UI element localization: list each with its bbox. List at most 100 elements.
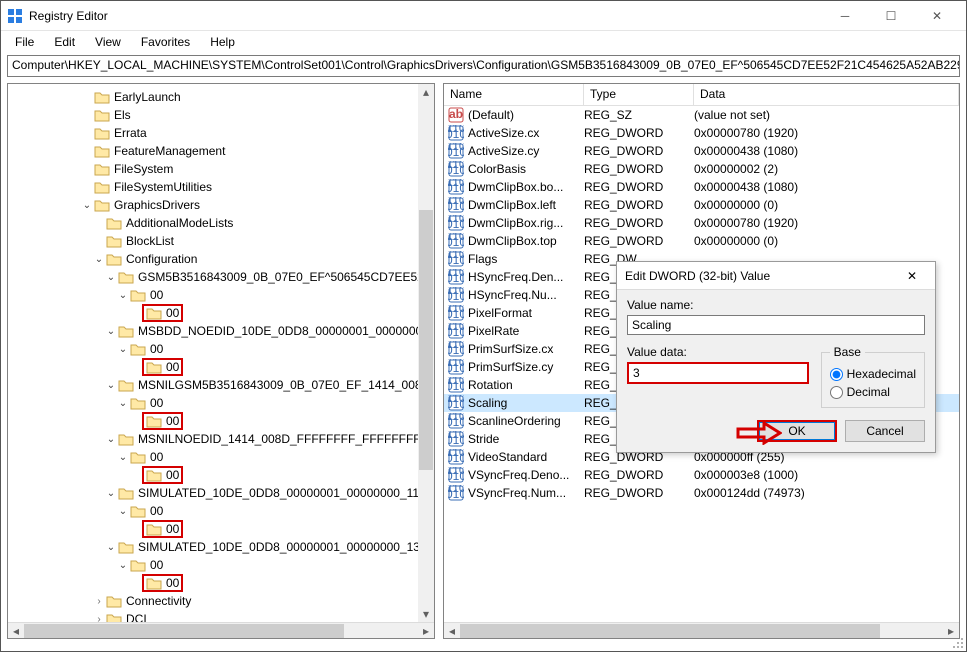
col-header-name[interactable]: Name xyxy=(444,84,584,105)
tree-item[interactable]: 00 xyxy=(8,520,434,538)
col-header-type[interactable]: Type xyxy=(584,84,694,105)
chevron-down-icon[interactable]: ⌄ xyxy=(104,542,118,553)
tree-item[interactable]: AdditionalModeLists xyxy=(8,214,434,232)
tree-item[interactable]: ⌄00 xyxy=(8,556,434,574)
value-row[interactable]: DwmClipBox.bo...REG_DWORD0x00000438 (108… xyxy=(444,178,959,196)
tree-item[interactable]: Errata xyxy=(8,124,434,142)
scroll-right-icon[interactable]: ▸ xyxy=(418,623,434,639)
tree-item[interactable]: ›Connectivity xyxy=(8,592,434,610)
close-button[interactable]: ✕ xyxy=(914,1,960,31)
address-bar[interactable]: Computer\HKEY_LOCAL_MACHINE\SYSTEM\Contr… xyxy=(7,55,960,77)
chevron-down-icon[interactable]: ⌄ xyxy=(104,488,118,499)
radio-dec[interactable] xyxy=(830,386,843,399)
dialog-titlebar[interactable]: Edit DWORD (32-bit) Value ✕ xyxy=(617,262,935,290)
list-hscrollbar[interactable]: ◂ ▸ xyxy=(444,622,959,638)
chevron-down-icon[interactable]: ⌄ xyxy=(104,272,118,283)
value-row[interactable]: DwmClipBox.topREG_DWORD0x00000000 (0) xyxy=(444,232,959,250)
chevron-down-icon[interactable]: ⌄ xyxy=(92,254,106,265)
tree-hscrollbar[interactable]: ◂ ▸ xyxy=(8,622,434,638)
value-type: REG_DWORD xyxy=(584,468,694,482)
menu-file[interactable]: File xyxy=(5,33,44,51)
tree-item[interactable]: 00 xyxy=(8,304,434,322)
chevron-right-icon[interactable]: › xyxy=(92,596,106,607)
scroll-left-icon[interactable]: ◂ xyxy=(8,623,24,639)
tree-item[interactable]: ⌄00 xyxy=(8,448,434,466)
tree-item[interactable]: ⌄SIMULATED_10DE_0DD8_00000001_00000000_1… xyxy=(8,484,434,502)
tree-item[interactable]: 00 xyxy=(8,412,434,430)
registry-tree[interactable]: EarlyLaunchElsErrataFeatureManagementFil… xyxy=(8,84,434,638)
window-title: Registry Editor xyxy=(29,9,822,23)
value-row[interactable]: ActiveSize.cxREG_DWORD0x00000780 (1920) xyxy=(444,124,959,142)
value-row[interactable]: ActiveSize.cyREG_DWORD0x00000438 (1080) xyxy=(444,142,959,160)
menu-favorites[interactable]: Favorites xyxy=(131,33,200,51)
folder-icon xyxy=(94,198,110,212)
chevron-down-icon[interactable]: ⌄ xyxy=(104,434,118,445)
chevron-down-icon[interactable]: ⌄ xyxy=(116,452,130,463)
chevron-down-icon[interactable]: ⌄ xyxy=(104,326,118,337)
highlighted-key[interactable]: 00 xyxy=(142,304,183,322)
tree-item[interactable]: ⌄GraphicsDrivers xyxy=(8,196,434,214)
highlighted-key[interactable]: 00 xyxy=(142,358,183,376)
tree-item[interactable]: 00 xyxy=(8,466,434,484)
chevron-down-icon[interactable]: ⌄ xyxy=(116,506,130,517)
tree-vscrollbar[interactable]: ▴ ▾ xyxy=(418,84,434,622)
menu-view[interactable]: View xyxy=(85,33,131,51)
scroll-thumb[interactable] xyxy=(24,624,344,638)
chevron-down-icon[interactable]: ⌄ xyxy=(116,560,130,571)
tree-item[interactable]: ⌄MSNILGSM5B3516843009_0B_07E0_EF_1414_00… xyxy=(8,376,434,394)
chevron-down-icon[interactable]: ⌄ xyxy=(116,344,130,355)
tree-item[interactable]: ⌄ 00 xyxy=(8,340,434,358)
resize-grip-icon[interactable] xyxy=(952,637,964,649)
value-type: REG_DWORD xyxy=(584,144,694,158)
chevron-down-icon[interactable]: ⌄ xyxy=(116,398,130,409)
tree-item[interactable]: ⌄GSM5B3516843009_0B_07E0_EF^506545CD7EE5… xyxy=(8,268,434,286)
highlighted-key[interactable]: 00 xyxy=(142,412,183,430)
tree-item[interactable]: BlockList xyxy=(8,232,434,250)
tree-item[interactable]: ⌄00 xyxy=(8,502,434,520)
minimize-button[interactable]: ─ xyxy=(822,1,868,31)
tree-item[interactable]: FileSystem xyxy=(8,160,434,178)
value-row[interactable]: VSyncFreq.Deno...REG_DWORD0x000003e8 (10… xyxy=(444,466,959,484)
scroll-left-icon[interactable]: ◂ xyxy=(444,623,460,639)
value-row[interactable]: ColorBasisREG_DWORD0x00000002 (2) xyxy=(444,160,959,178)
scroll-up-icon[interactable]: ▴ xyxy=(418,84,434,100)
tree-item[interactable]: ⌄00 xyxy=(8,286,434,304)
scroll-down-icon[interactable]: ▾ xyxy=(418,606,434,622)
radio-dec-label: Decimal xyxy=(847,385,890,399)
tree-item[interactable]: ⌄00 xyxy=(8,394,434,412)
tree-item[interactable]: ⌄Configuration xyxy=(8,250,434,268)
highlighted-key[interactable]: 00 xyxy=(142,466,183,484)
tree-item[interactable]: FileSystemUtilities xyxy=(8,178,434,196)
tree-item-label: 00 xyxy=(150,342,163,356)
dialog-close-button[interactable]: ✕ xyxy=(897,264,927,288)
value-row[interactable]: DwmClipBox.rig...REG_DWORD0x00000780 (19… xyxy=(444,214,959,232)
chevron-down-icon[interactable]: ⌄ xyxy=(104,380,118,391)
value-row[interactable]: DwmClipBox.leftREG_DWORD0x00000000 (0) xyxy=(444,196,959,214)
value-row[interactable]: (Default)REG_SZ(value not set) xyxy=(444,106,959,124)
tree-item[interactable]: ⌄SIMULATED_10DE_0DD8_00000001_00000000_1… xyxy=(8,538,434,556)
menu-edit[interactable]: Edit xyxy=(44,33,85,51)
highlighted-key[interactable]: 00 xyxy=(142,520,183,538)
chevron-down-icon[interactable]: ⌄ xyxy=(116,290,130,301)
chevron-down-icon[interactable]: ⌄ xyxy=(80,200,94,211)
highlighted-key[interactable]: 00 xyxy=(142,574,183,592)
value-row[interactable]: VSyncFreq.Num...REG_DWORD0x000124dd (749… xyxy=(444,484,959,502)
menu-help[interactable]: Help xyxy=(200,33,245,51)
tree-item[interactable]: FeatureManagement xyxy=(8,142,434,160)
tree-item[interactable]: ⌄MSNILNOEDID_1414_008D_FFFFFFFF_FFFFFFFF… xyxy=(8,430,434,448)
scroll-thumb[interactable] xyxy=(419,210,433,470)
col-header-data[interactable]: Data xyxy=(694,84,959,105)
maximize-button[interactable]: ☐ xyxy=(868,1,914,31)
value-name-input[interactable] xyxy=(627,315,925,335)
tree-item[interactable]: EarlyLaunch xyxy=(8,88,434,106)
tree-item[interactable]: 00 xyxy=(8,574,434,592)
tree-item[interactable]: 00 xyxy=(8,358,434,376)
folder-icon xyxy=(130,396,146,410)
tree-item[interactable]: Els xyxy=(8,106,434,124)
value-type: REG_DWORD xyxy=(584,198,694,212)
cancel-button[interactable]: Cancel xyxy=(845,420,925,442)
scroll-thumb[interactable] xyxy=(460,624,880,638)
value-data-input[interactable] xyxy=(627,362,809,384)
radio-hex[interactable] xyxy=(830,368,843,381)
tree-item[interactable]: ⌄MSBDD_NOEDID_10DE_0DD8_00000001_0000000… xyxy=(8,322,434,340)
